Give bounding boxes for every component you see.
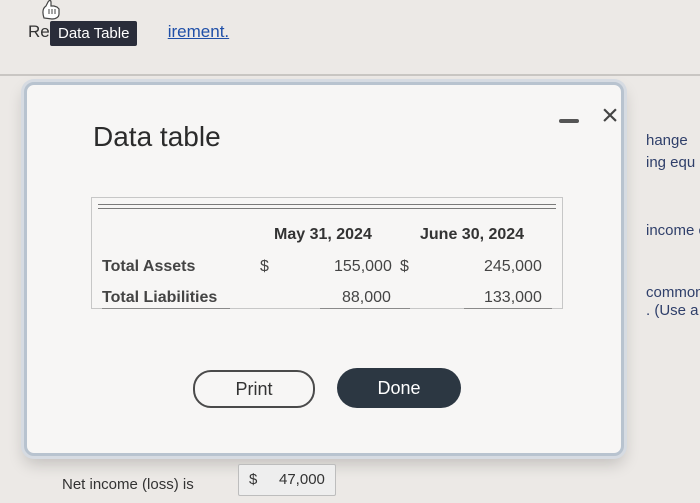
snippet-3: income c (646, 222, 700, 239)
cell-assets-may: 155,000 (334, 258, 392, 275)
snippet-4: common (646, 284, 700, 301)
snippet-1: hange (646, 132, 688, 149)
june-underline (464, 308, 552, 309)
page-divider (0, 74, 700, 76)
net-income-label: Net income (loss) is (62, 476, 194, 493)
cell-liabilities-june: 133,000 (484, 289, 542, 306)
print-button[interactable]: Print (193, 370, 315, 408)
question-prefix: Re (28, 22, 50, 41)
financial-data-table: May 31, 2024 June 30, 2024 Total Assets … (91, 197, 563, 309)
data-table-dialog: Data table × May 31, 2024 June 30, 2024 … (24, 82, 624, 456)
cell-dollar-may: $ (260, 258, 269, 275)
cell-dollar-june: $ (400, 258, 409, 275)
row-label-total-assets: Total Assets (102, 258, 196, 275)
net-income-field[interactable]: $ 47,000 (238, 464, 336, 496)
net-income-currency: $ (249, 471, 258, 488)
column-header-june: June 30, 2024 (420, 226, 525, 243)
table-top-rule (98, 204, 556, 205)
minimize-icon[interactable] (559, 119, 579, 123)
dialog-title: Data table (93, 121, 221, 152)
may-underline (320, 308, 410, 309)
data-table-tooltip: Data Table (50, 21, 138, 46)
close-icon[interactable]: × (597, 101, 623, 131)
cell-liabilities-may: 88,000 (342, 289, 391, 306)
cell-assets-june: 245,000 (484, 258, 542, 275)
label-underline (102, 308, 230, 309)
column-header-may: May 31, 2024 (274, 226, 372, 243)
snippet-5: . (Use a r (646, 302, 700, 319)
net-income-value: 47,000 (279, 471, 325, 488)
done-button[interactable]: Done (337, 368, 461, 408)
snippet-2: ing equ (646, 154, 696, 171)
requirement-link[interactable]: irement. (168, 22, 229, 41)
table-top-rule-2 (98, 208, 556, 209)
hand-cursor-icon (42, 0, 60, 20)
row-label-total-liabilities: Total Liabilities (102, 289, 218, 306)
